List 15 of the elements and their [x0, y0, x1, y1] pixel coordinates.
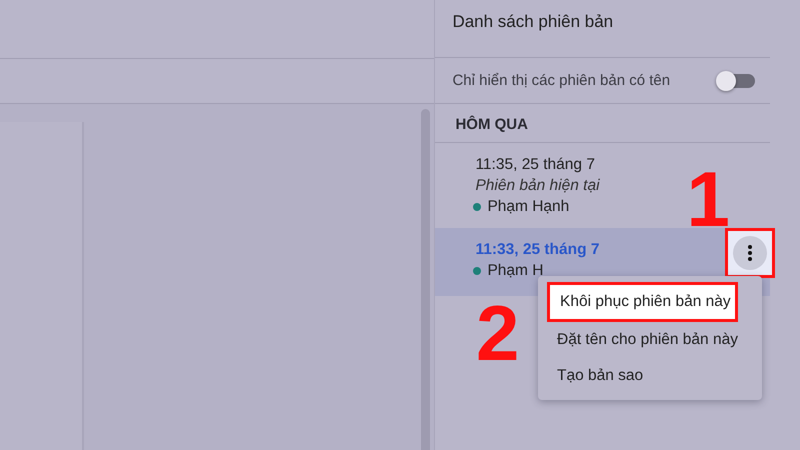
- step-number: 2: [476, 294, 520, 372]
- panel-title: Danh sách phiên bản: [435, 0, 770, 58]
- menu-item[interactable]: Đặt tên cho phiên bản này: [538, 322, 762, 358]
- author-name: Phạm Hạnh: [487, 198, 570, 216]
- author-name: Phạm H: [487, 262, 544, 280]
- menu-item[interactable]: Tạo bản sao: [538, 358, 762, 394]
- section-heading: HÔM QUA: [435, 104, 770, 143]
- menu-item[interactable]: Khôi phục phiên bản này: [547, 282, 738, 322]
- toggle-label: Chỉ hiển thị các phiên bản có tên: [452, 72, 670, 89]
- version-time: 11:35, 25 tháng 7: [475, 156, 595, 174]
- more-icon: [748, 245, 752, 261]
- toggle-switch[interactable]: [719, 74, 755, 88]
- version-note: Phiên bản hiện tại: [475, 177, 600, 195]
- version-time: 11:33, 25 tháng 7: [475, 241, 600, 259]
- more-button[interactable]: [733, 236, 768, 270]
